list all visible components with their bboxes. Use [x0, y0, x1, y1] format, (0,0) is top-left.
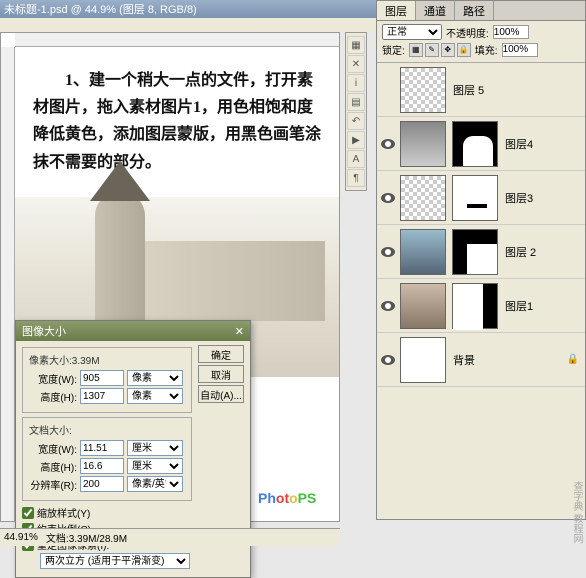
layer-thumbnail[interactable] — [400, 67, 446, 113]
history-icon[interactable]: ↶ — [347, 112, 365, 130]
tab-paths[interactable]: 路径 — [455, 1, 494, 20]
statusbar: 44.91% 文档:3.39M/28.9M — [0, 528, 340, 546]
layer-row[interactable]: 图层3 — [377, 171, 585, 225]
lock-icon: 🔒 — [567, 354, 583, 365]
layer-name[interactable]: 图层3 — [501, 190, 583, 206]
eye-icon — [381, 139, 395, 149]
blend-mode-select[interactable]: 正常 — [382, 24, 442, 40]
lock-all-icon[interactable]: 🔒 — [457, 43, 471, 57]
instruction-text: 1、建一个稍大一点的文件，打开素材图片，拖入素材图片1，用色相饱和度降低黄色，添… — [15, 47, 339, 186]
dialog-close-icon[interactable]: ✕ — [235, 325, 244, 338]
lock-transparent-icon[interactable]: ▦ — [409, 43, 423, 57]
height-px-input[interactable] — [80, 388, 124, 404]
opacity-input[interactable] — [493, 25, 529, 39]
actions-icon[interactable]: ▶ — [347, 131, 365, 149]
visibility-toggle[interactable] — [379, 355, 397, 365]
tab-layers[interactable]: 图层 — [377, 1, 416, 20]
layer-thumbnail[interactable] — [400, 283, 446, 329]
layer-thumbnail[interactable] — [400, 337, 446, 383]
opacity-label: 不透明度: — [446, 25, 489, 40]
ruler-vertical[interactable] — [1, 47, 15, 521]
eye-icon — [381, 247, 395, 257]
fill-label: 填充: — [475, 42, 498, 57]
resolution-unit[interactable]: 像素/英寸 — [127, 476, 183, 492]
layer-mask[interactable] — [452, 175, 498, 221]
window-title: 未标题-1.psd @ 44.9% (图层 8, RGB/8) — [4, 1, 197, 17]
layer-thumbnail[interactable] — [400, 229, 446, 275]
panel-tabs: 图层 通道 路径 — [377, 1, 585, 21]
eye-icon — [381, 355, 395, 365]
resolution-input[interactable] — [80, 476, 124, 492]
pixel-dims-label: 像素大小:3.39M — [29, 352, 185, 367]
tab-channels[interactable]: 通道 — [416, 1, 455, 20]
height-label: 高度(H): — [29, 389, 77, 404]
paragraph-icon[interactable]: ¶ — [347, 169, 365, 187]
navigator-icon[interactable]: ▦ — [347, 36, 365, 54]
visibility-toggle[interactable] — [379, 301, 397, 311]
ruler-horizontal[interactable] — [15, 33, 339, 47]
layer-row[interactable]: 图层 2 — [377, 225, 585, 279]
narrow-toolbar: ▦ ✕ i ▤ ↶ ▶ A ¶ — [345, 32, 367, 191]
photops-watermark: PhotoPS — [258, 490, 316, 506]
castle-body — [145, 241, 325, 321]
layer-thumbnail[interactable] — [400, 175, 446, 221]
lock-position-icon[interactable]: ✥ — [441, 43, 455, 57]
info-icon[interactable]: i — [347, 74, 365, 92]
width-cm-label: 宽度(W): — [29, 441, 77, 456]
visibility-toggle[interactable] — [379, 193, 397, 203]
layer-mask[interactable] — [452, 229, 498, 275]
scale-styles-checkbox[interactable] — [22, 507, 34, 519]
layer-mask[interactable] — [452, 283, 498, 329]
resample-method-select[interactable]: 两次立方 (适用于平滑渐变) — [40, 553, 190, 569]
width-label: 宽度(W): — [29, 371, 77, 386]
auto-button[interactable]: 自动(A)... — [198, 385, 244, 403]
height-px-unit[interactable]: 像素 — [127, 388, 183, 404]
layer-row[interactable]: 背景 🔒 — [377, 333, 585, 387]
resolution-label: 分辨率(R): — [29, 477, 77, 492]
height-cm-label: 高度(H): — [29, 459, 77, 474]
character-icon[interactable]: A — [347, 150, 365, 168]
layer-name[interactable]: 图层 5 — [449, 82, 583, 98]
height-cm-input[interactable] — [80, 458, 124, 474]
swatches-icon[interactable]: ▤ — [347, 93, 365, 111]
width-cm-unit[interactable]: 厘米 — [127, 440, 183, 456]
zoom-value[interactable]: 44.91% — [4, 532, 38, 543]
layer-name[interactable]: 图层4 — [501, 136, 583, 152]
panel-controls: 正常 不透明度: 锁定: ▦ ✎ ✥ 🔒 填充: — [377, 21, 585, 63]
cancel-button[interactable]: 取消 — [198, 365, 244, 383]
scale-styles-label: 缩放样式(Y) — [37, 505, 90, 520]
ok-button[interactable]: 确定 — [198, 345, 244, 363]
dialog-titlebar[interactable]: 图像大小 ✕ — [16, 321, 250, 341]
layer-row[interactable]: 图层4 — [377, 117, 585, 171]
doc-size-info: 文档:3.39M/28.9M — [46, 530, 127, 545]
dialog-title: 图像大小 — [22, 323, 66, 339]
layer-name[interactable]: 背景 — [449, 352, 567, 368]
castle-tower — [95, 191, 145, 321]
close-icon[interactable]: ✕ — [347, 55, 365, 73]
lock-label: 锁定: — [382, 42, 405, 57]
site-watermark: 查字典 教程网 — [569, 481, 584, 544]
layer-row[interactable]: 图层1 — [377, 279, 585, 333]
visibility-toggle[interactable] — [379, 247, 397, 257]
height-cm-unit[interactable]: 厘米 — [127, 458, 183, 474]
width-px-input[interactable] — [80, 370, 124, 386]
layer-thumbnail[interactable] — [400, 121, 446, 167]
layer-mask[interactable] — [452, 121, 498, 167]
eye-icon — [381, 193, 395, 203]
layer-name[interactable]: 图层1 — [501, 298, 583, 314]
lock-pixels-icon[interactable]: ✎ — [425, 43, 439, 57]
fill-input[interactable] — [502, 43, 538, 57]
width-cm-input[interactable] — [80, 440, 124, 456]
layers-panel: 图层 通道 路径 正常 不透明度: 锁定: ▦ ✎ ✥ 🔒 填充: 图层 5 — [376, 0, 586, 520]
layers-list[interactable]: 图层 5 图层4 图层3 图层 2 图层1 — [377, 63, 585, 523]
layer-name[interactable]: 图层 2 — [501, 244, 583, 260]
eye-icon — [381, 301, 395, 311]
layer-row[interactable]: 图层 5 — [377, 63, 585, 117]
doc-size-label: 文档大小: — [29, 422, 185, 437]
visibility-toggle[interactable] — [379, 139, 397, 149]
width-px-unit[interactable]: 像素 — [127, 370, 183, 386]
